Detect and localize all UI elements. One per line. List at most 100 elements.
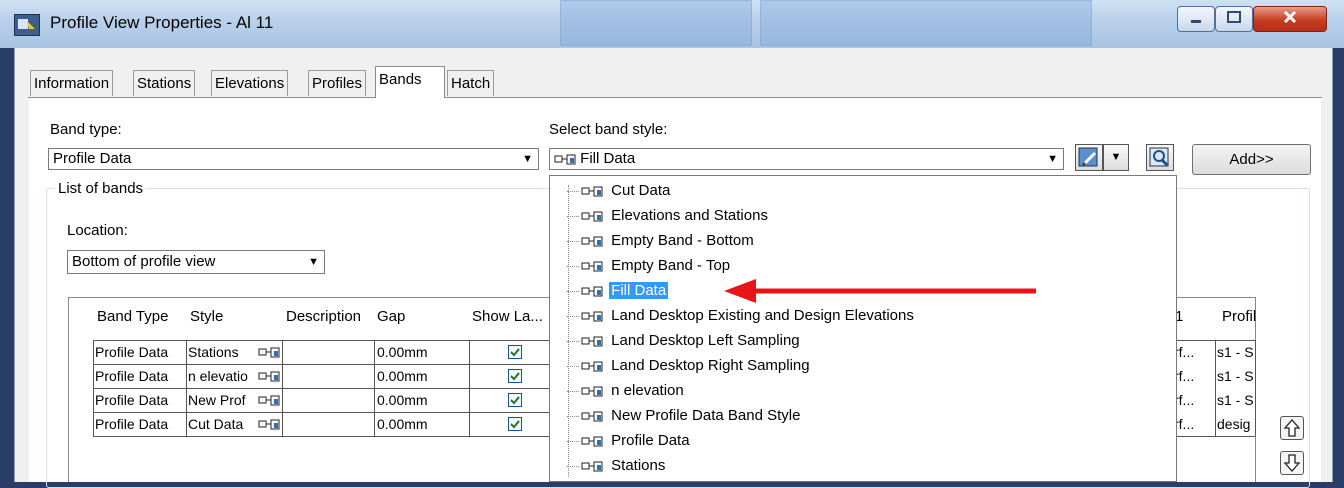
band-style-icon xyxy=(258,419,280,430)
table-row[interactable]: Profile Data xyxy=(95,365,185,387)
band-style-icon xyxy=(581,461,603,472)
dropdown-item[interactable]: Land Desktop Right Sampling xyxy=(567,353,812,378)
column-header-style[interactable]: Style xyxy=(190,308,223,325)
row-col-a[interactable]: rf... xyxy=(1174,389,1214,411)
checkmark-icon xyxy=(510,396,520,405)
band-style-icon xyxy=(581,211,603,222)
show-label-checkbox[interactable] xyxy=(508,393,522,407)
band-style-icon xyxy=(581,436,603,447)
band-style-icon xyxy=(258,347,280,358)
row-gap[interactable]: 0.00mm xyxy=(377,389,467,411)
dropdown-item-selected[interactable]: Fill Data xyxy=(567,278,669,303)
row-gap[interactable]: 0.00mm xyxy=(377,365,467,387)
tab-bands[interactable]: Bands xyxy=(375,66,445,98)
background-window-ghost xyxy=(560,0,752,46)
row-col-b[interactable]: desig xyxy=(1217,413,1255,435)
minimize-icon xyxy=(1191,20,1201,23)
close-icon xyxy=(1283,10,1297,24)
column-header-profile[interactable]: Profil xyxy=(1222,308,1256,325)
edit-style-icon xyxy=(1078,147,1098,167)
tab-profiles[interactable]: Profiles xyxy=(308,70,367,96)
dropdown-item[interactable]: Stations xyxy=(567,453,667,478)
add-button[interactable]: Add>> xyxy=(1192,144,1311,175)
dropdown-item[interactable]: Cut Data xyxy=(567,178,672,203)
tab-information[interactable]: Information xyxy=(30,70,114,96)
show-label-checkbox[interactable] xyxy=(508,369,522,383)
location-value: Bottom of profile view xyxy=(72,253,216,270)
show-label-checkbox[interactable] xyxy=(508,345,522,359)
checkmark-icon xyxy=(510,348,520,357)
dropdown-item[interactable]: Empty Band - Bottom xyxy=(567,228,756,253)
dropdown-item[interactable]: Profile Data xyxy=(567,428,692,453)
column-header-description[interactable]: Description xyxy=(286,308,361,325)
dropdown-item[interactable]: Elevations and Stations xyxy=(567,203,770,228)
arrow-down-icon xyxy=(1283,454,1301,472)
row-col-b[interactable]: s1 - S xyxy=(1217,365,1255,387)
row-col-b[interactable]: s1 - S xyxy=(1217,389,1255,411)
table-row[interactable]: Profile Data xyxy=(95,341,185,363)
band-style-icon xyxy=(581,386,603,397)
column-header-gap[interactable]: Gap xyxy=(377,308,405,325)
grid-line xyxy=(1177,436,1255,437)
row-style[interactable]: Cut Data xyxy=(188,413,258,435)
checkmark-icon xyxy=(510,420,520,429)
band-type-value: Profile Data xyxy=(53,150,132,167)
band-style-icon xyxy=(258,395,280,406)
tab-stations[interactable]: Stations xyxy=(133,70,196,96)
band-style-label: Select band style: xyxy=(549,121,668,138)
row-style[interactable]: New Prof xyxy=(188,389,258,411)
edit-style-dropdown-button[interactable]: ▼ xyxy=(1103,144,1129,171)
band-style-select[interactable]: Fill Data ▼ xyxy=(549,148,1064,170)
band-style-icon xyxy=(581,236,603,247)
show-label-checkbox[interactable] xyxy=(508,417,522,431)
chevron-down-icon: ▼ xyxy=(1047,153,1058,165)
band-style-icon xyxy=(581,311,603,322)
row-col-b[interactable]: s1 - S xyxy=(1217,341,1255,363)
column-header-band-type[interactable]: Band Type xyxy=(97,308,168,325)
band-style-icon xyxy=(258,371,280,382)
location-select[interactable]: Bottom of profile view ▼ xyxy=(67,250,325,274)
minimize-button[interactable] xyxy=(1177,6,1215,32)
chevron-down-icon: ▼ xyxy=(1110,151,1122,163)
preview-style-button[interactable] xyxy=(1146,144,1174,171)
list-of-bands-title: List of bands xyxy=(55,180,147,197)
dropdown-item[interactable]: Land Desktop Left Sampling xyxy=(567,328,802,353)
tab-hatch[interactable]: Hatch xyxy=(447,70,495,96)
band-style-icon xyxy=(581,286,603,297)
dropdown-item[interactable]: Land Desktop Existing and Design Elevati… xyxy=(567,303,916,328)
dropdown-item[interactable]: n elevation xyxy=(567,378,686,403)
grid-line xyxy=(1215,340,1216,436)
magnifier-icon xyxy=(1149,147,1169,167)
row-gap[interactable]: 0.00mm xyxy=(377,341,467,363)
grid-line xyxy=(1255,340,1256,436)
row-col-a[interactable]: rf... xyxy=(1174,341,1214,363)
dropdown-item[interactable]: New Profile Data Band Style xyxy=(567,403,802,428)
edit-style-button[interactable] xyxy=(1075,144,1103,171)
arrow-up-icon xyxy=(1283,419,1301,437)
band-style-icon xyxy=(581,186,603,197)
maximize-icon xyxy=(1227,11,1241,23)
row-style[interactable]: Stations xyxy=(188,341,258,363)
band-style-icon xyxy=(581,261,603,272)
window-title: Profile View Properties - Al 11 xyxy=(50,13,274,32)
chevron-down-icon: ▼ xyxy=(308,256,319,268)
dropdown-item[interactable]: Empty Band - Top xyxy=(567,253,732,278)
column-header-show-label[interactable]: Show La... xyxy=(472,308,543,325)
band-type-label: Band type: xyxy=(50,121,122,138)
table-row[interactable]: Profile Data xyxy=(95,413,185,435)
row-gap[interactable]: 0.00mm xyxy=(377,413,467,435)
band-type-select[interactable]: Profile Data ▼ xyxy=(48,148,539,170)
row-style[interactable]: n elevatio xyxy=(188,365,258,387)
close-button[interactable] xyxy=(1253,6,1327,32)
tab-elevations[interactable]: Elevations xyxy=(211,70,289,96)
checkmark-icon xyxy=(510,372,520,381)
table-row[interactable]: Profile Data xyxy=(95,389,185,411)
maximize-button[interactable] xyxy=(1215,6,1253,32)
background-window-ghost xyxy=(760,0,1092,46)
band-style-icon xyxy=(581,411,603,422)
move-up-button[interactable] xyxy=(1280,416,1304,440)
row-col-a[interactable]: rf... xyxy=(1174,413,1214,435)
band-style-icon xyxy=(581,361,603,372)
move-down-button[interactable] xyxy=(1280,451,1304,475)
row-col-a[interactable]: rf... xyxy=(1174,365,1214,387)
